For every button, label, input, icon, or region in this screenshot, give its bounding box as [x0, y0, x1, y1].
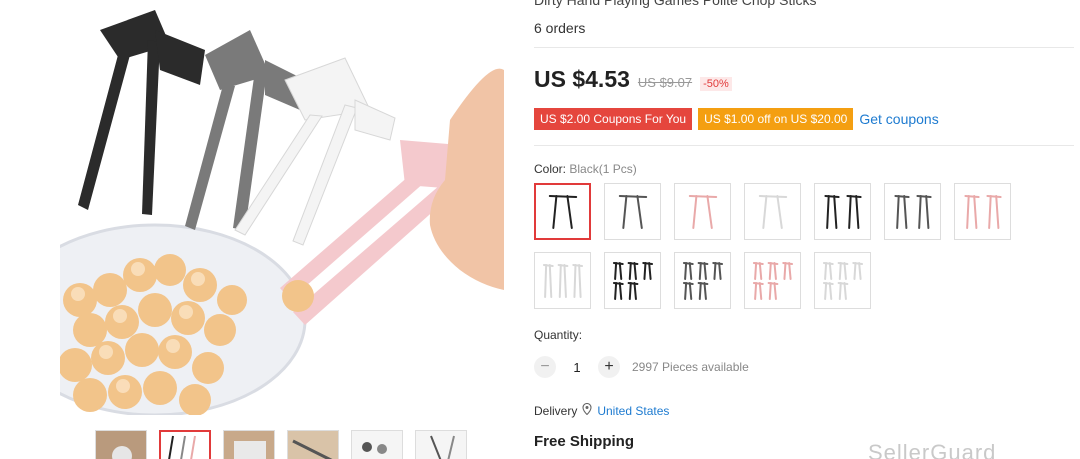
current-price: US $4.53: [534, 66, 630, 92]
color-swatch-white-5[interactable]: [814, 252, 871, 309]
delivery-row: Delivery United States: [534, 402, 669, 418]
color-swatch-white-3[interactable]: [534, 252, 591, 309]
delivery-label: Delivery: [534, 403, 578, 418]
color-swatch-gray-5[interactable]: [674, 252, 731, 309]
quantity-value[interactable]: 1: [568, 360, 586, 375]
color-swatch-black-2[interactable]: [814, 183, 871, 240]
chopstick-icon: [752, 261, 793, 300]
color-label: Color: Black(1 Pcs): [534, 162, 637, 176]
quantity-minus-button[interactable]: −: [534, 356, 556, 378]
chopstick-icon: [893, 194, 932, 229]
color-label-text: Color:: [534, 162, 567, 176]
chopstick-icon: [688, 194, 717, 229]
thumbnail-4[interactable]: [287, 430, 339, 459]
selected-color-value: Black(1 Pcs): [569, 162, 637, 176]
color-swatches: [534, 183, 1014, 309]
divider: [534, 145, 1074, 146]
quantity-stepper: − 1 + 2997 Pieces available: [534, 356, 749, 378]
color-swatch-black-5[interactable]: [604, 252, 661, 309]
divider: [534, 47, 1074, 48]
get-coupons-link[interactable]: Get coupons: [859, 111, 938, 127]
quantity-label: Quantity:: [534, 328, 583, 342]
chopstick-icon: [612, 261, 653, 300]
discount-badge: -50%: [700, 77, 732, 91]
thumbnail-3[interactable]: [223, 430, 275, 459]
product-title: Dirty Hand Playing Games Polite Chop Sti…: [534, 0, 817, 8]
free-shipping-label: Free Shipping: [534, 433, 635, 450]
product-info-panel: Dirty Hand Playing Games Polite Chop Sti…: [534, 0, 1074, 459]
color-swatch-gray-2[interactable]: [884, 183, 941, 240]
chopstick-icon: [542, 263, 583, 298]
chopstick-icon: [618, 194, 647, 229]
thumbnail-2[interactable]: [159, 430, 211, 459]
color-swatch-black-1[interactable]: [534, 183, 591, 240]
delivery-location-link[interactable]: United States: [597, 404, 669, 418]
thumbnail-1[interactable]: [95, 430, 147, 459]
thumbnail-strip: [95, 430, 467, 459]
chopstick-icon: [963, 194, 1002, 229]
color-swatch-pink-2[interactable]: [954, 183, 1011, 240]
main-product-image[interactable]: [60, 0, 504, 415]
coupon-threshold[interactable]: US $1.00 off on US $20.00: [698, 108, 854, 130]
color-swatch-pink-5[interactable]: [744, 252, 801, 309]
order-count: 6 orders: [534, 20, 586, 36]
original-price: US $9.07: [637, 75, 693, 90]
chopstick-icon: [823, 194, 862, 229]
quantity-plus-button[interactable]: +: [598, 356, 620, 378]
thumbnail-6[interactable]: [415, 430, 467, 459]
thumbnail-5[interactable]: [351, 430, 403, 459]
color-swatch-gray-1[interactable]: [604, 183, 661, 240]
location-pin-icon: [582, 402, 592, 418]
color-swatch-white-1[interactable]: [744, 183, 801, 240]
chopstick-icon: [758, 194, 787, 229]
chopstick-icon: [822, 261, 863, 300]
coupon-store[interactable]: US $2.00 Coupons For You: [534, 108, 693, 130]
price-row: US $4.53 US $9.07 -50%: [534, 66, 732, 93]
chopstick-icon: [548, 194, 577, 229]
available-stock: 2997 Pieces available: [632, 360, 749, 374]
watermark-logo: SellerGuard: [868, 440, 997, 459]
product-page: Dirty Hand Playing Games Polite Chop Sti…: [0, 0, 1080, 459]
chopstick-icon: [682, 261, 723, 300]
coupon-row: US $2.00 Coupons For You US $1.00 off on…: [534, 108, 939, 130]
color-swatch-pink-1[interactable]: [674, 183, 731, 240]
